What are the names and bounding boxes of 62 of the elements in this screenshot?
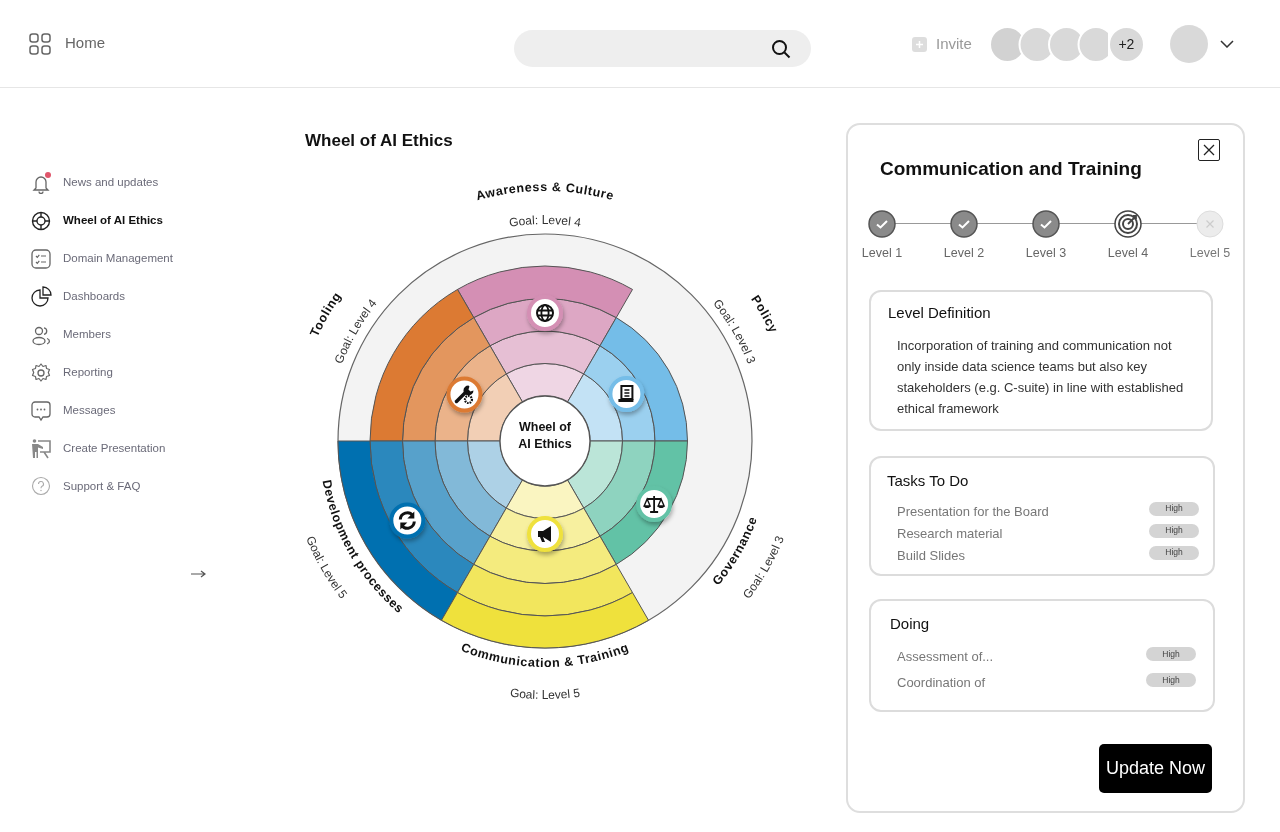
sidebar-item[interactable]: Wheel of AI Ethics	[30, 210, 290, 232]
close-icon[interactable]	[1203, 144, 1215, 156]
pie-chart-icon	[30, 286, 52, 308]
task-item[interactable]: Research material	[897, 523, 1003, 543]
sector-ring[interactable]	[599, 316, 688, 441]
card-heading: Level Definition	[888, 303, 992, 324]
help-icon	[30, 476, 52, 498]
grid-icon[interactable]	[29, 32, 51, 55]
card-heading: Doing	[890, 614, 931, 635]
priority-tag: High	[1146, 673, 1196, 688]
update-now-button[interactable]: Update Now	[1099, 743, 1212, 793]
sector-caption: Awareness & Culture Goal: Level 4	[474, 179, 616, 230]
sidebar-item[interactable]: Dashboards	[30, 286, 290, 308]
step-label: Level 1	[861, 244, 903, 262]
priority-tag: High	[1146, 647, 1196, 662]
scales-icon[interactable]	[636, 485, 673, 522]
sector-ring[interactable]	[457, 265, 633, 318]
wheel-icon	[30, 210, 52, 232]
wrench-gear-icon[interactable]	[446, 376, 483, 412]
home-link[interactable]: Home	[65, 32, 105, 55]
step-label: Level 3	[1025, 244, 1067, 262]
sidebar-item[interactable]: Support & FAQ	[30, 476, 290, 498]
sidebar-item[interactable]: News and updates	[30, 172, 290, 194]
checklist-icon	[30, 248, 52, 270]
wheel-center-label: Wheel of AI Ethics	[517, 418, 573, 453]
sidebar-item[interactable]: Messages	[30, 400, 290, 422]
users-icon	[30, 324, 52, 346]
search-icon[interactable]	[771, 38, 791, 59]
task-item[interactable]: Assessment of...	[897, 647, 994, 667]
sector-ring[interactable]	[583, 440, 656, 537]
search-field[interactable]	[514, 30, 811, 67]
sector-ring[interactable]	[505, 362, 585, 403]
priority-tag: High	[1149, 545, 1199, 560]
panel-title: Communication and Training	[880, 157, 1143, 181]
close-button[interactable]	[1198, 139, 1220, 161]
presenter-icon	[30, 438, 52, 460]
megaphone-icon[interactable]	[527, 515, 563, 552]
priority-tag: High	[1149, 501, 1199, 516]
gear-icon	[30, 362, 52, 384]
step-label: Level 4	[1107, 244, 1149, 262]
sector-ring[interactable]	[473, 535, 617, 584]
sector-ring[interactable]	[402, 440, 491, 565]
task-item[interactable]: Presentation for the Board	[897, 501, 1049, 521]
arrow-right-icon[interactable]	[191, 570, 206, 578]
card-heading: Tasks To Do	[887, 470, 970, 491]
step-label: Level 2	[943, 244, 985, 262]
sector-ring[interactable]	[402, 316, 491, 441]
sidebar-item[interactable]: Reporting	[30, 362, 290, 384]
chevron-down-icon[interactable]	[1219, 40, 1234, 48]
page-title: Wheel of AI Ethics	[305, 130, 454, 152]
more-members-badge[interactable]: +2	[1107, 25, 1145, 63]
task-item[interactable]: Build Slides	[897, 545, 965, 565]
plus-icon	[912, 36, 927, 52]
definition-text: Incorporation of training and communication not only inside data science teams but also key stakeholders (e.g. C-suite) in line with established ethical framework	[897, 336, 1185, 418]
chat-icon	[30, 400, 52, 422]
sidebar-item[interactable]: Create Presentation	[30, 438, 290, 460]
sector-ring[interactable]	[505, 478, 585, 519]
task-item[interactable]: Coordination of	[897, 673, 986, 693]
sidebar-item[interactable]: Domain Management	[30, 248, 290, 270]
step-label: Level 5	[1189, 244, 1231, 262]
priority-tag: High	[1149, 523, 1199, 538]
sidebar-item[interactable]: Members	[30, 324, 290, 346]
